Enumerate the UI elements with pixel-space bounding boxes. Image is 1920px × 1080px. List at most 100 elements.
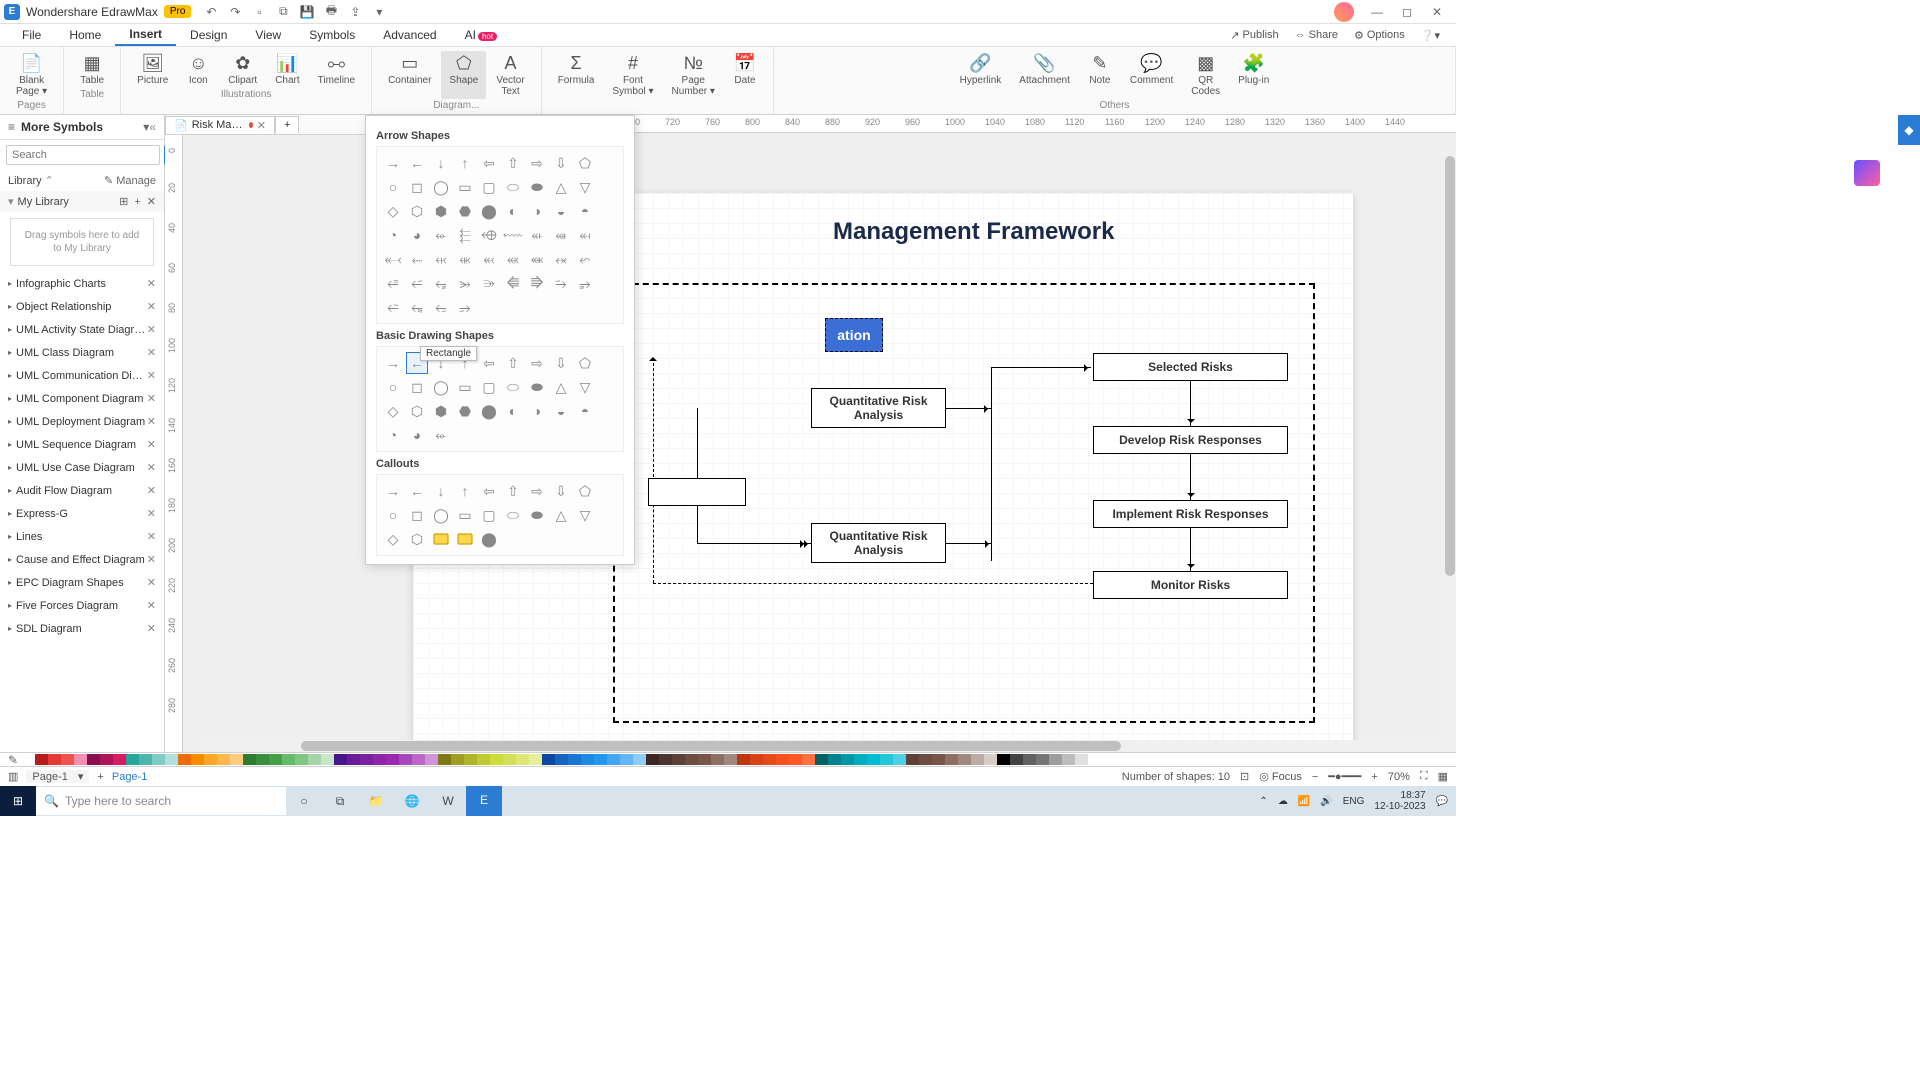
shape-option[interactable]: ⭋ [431, 297, 451, 317]
color-swatch[interactable] [737, 754, 750, 765]
shape-option[interactable]: ⬹ [431, 249, 451, 269]
volume-icon[interactable]: 🔊 [1320, 796, 1332, 807]
shape-option[interactable]: ◐ [503, 401, 523, 421]
document-tab[interactable]: 📄Risk Managem...✕ [165, 116, 275, 134]
shape-option[interactable]: ⬰ [431, 225, 451, 245]
remove-library-icon[interactable]: ✕ [147, 461, 156, 474]
remove-library-icon[interactable]: ✕ [147, 622, 156, 635]
color-swatch[interactable] [581, 754, 594, 765]
color-swatch[interactable] [269, 754, 282, 765]
picture-button[interactable]: 🖼Picture [129, 51, 176, 88]
new-icon[interactable]: ▫ [251, 4, 267, 20]
color-swatch[interactable] [594, 754, 607, 765]
library-item[interactable]: ▸Infographic Charts✕ [0, 272, 164, 295]
remove-library-icon[interactable]: ✕ [147, 392, 156, 405]
library-item[interactable]: ▸UML Use Case Diagram✕ [0, 456, 164, 479]
date-button[interactable]: 📅Date [725, 51, 765, 99]
clipart-button[interactable]: ✿Clipart [220, 51, 265, 88]
color-swatch[interactable] [724, 754, 737, 765]
remove-library-icon[interactable]: ✕ [147, 323, 156, 336]
collapse-panel-icon[interactable]: « [149, 120, 156, 134]
edge-icon[interactable]: 🌐 [394, 786, 430, 816]
color-swatch[interactable] [191, 754, 204, 765]
color-swatch[interactable] [243, 754, 256, 765]
user-avatar[interactable] [1334, 2, 1354, 22]
shape-option[interactable]: ⬶ [575, 225, 595, 245]
ai-assistant-icon[interactable] [1854, 160, 1880, 186]
shape-option[interactable]: ⬽ [527, 249, 547, 269]
shape-option[interactable]: ▽ [575, 377, 595, 397]
color-swatch[interactable] [698, 754, 711, 765]
shape-option[interactable]: ⇦ [479, 153, 499, 173]
color-swatch[interactable] [945, 754, 958, 765]
eyedropper-icon[interactable]: ✎ [8, 753, 18, 767]
library-item[interactable]: ▸UML Activity State Diagram✕ [0, 318, 164, 341]
color-swatch[interactable] [399, 754, 412, 765]
shape-option[interactable]: ⬱ [455, 225, 475, 245]
color-swatch[interactable] [529, 754, 542, 765]
library-item[interactable]: ▸UML Class Diagram✕ [0, 341, 164, 364]
save-icon[interactable]: 💾 [299, 4, 315, 20]
shape-option[interactable]: ⭅ [503, 273, 523, 293]
shape-option[interactable]: △ [551, 505, 571, 525]
color-swatch[interactable] [503, 754, 516, 765]
shape-option[interactable]: ◯ [431, 505, 451, 525]
library-item[interactable]: ▸Object Relationship✕ [0, 295, 164, 318]
shape-option[interactable]: ⬢ [431, 401, 451, 421]
color-swatch[interactable] [22, 754, 35, 765]
shape-option[interactable]: ⇧ [503, 153, 523, 173]
horizontal-scrollbar[interactable] [201, 740, 1456, 752]
selected-risks-box[interactable]: Selected Risks [1093, 353, 1288, 381]
remove-library-icon[interactable]: ✕ [147, 415, 156, 428]
color-swatch[interactable] [659, 754, 672, 765]
shape-option[interactable]: ⬣ [455, 401, 475, 421]
shape-option[interactable]: ⬭ [503, 505, 523, 525]
color-swatch[interactable] [165, 754, 178, 765]
shape-option[interactable]: ◕ [407, 225, 427, 245]
shape-option[interactable]: ◇ [383, 529, 403, 549]
monitor-box[interactable]: Monitor Risks [1093, 571, 1288, 599]
zoom-in-button[interactable]: + [1371, 771, 1377, 783]
library-item[interactable]: ▸Five Forces Diagram✕ [0, 594, 164, 617]
shape-option[interactable]: ⬵ [551, 225, 571, 245]
shape-option[interactable]: ◯ [431, 177, 451, 197]
color-swatch[interactable] [815, 754, 828, 765]
remove-library-icon[interactable]: ✕ [147, 507, 156, 520]
focus-button[interactable]: ◎ Focus [1259, 770, 1302, 783]
color-swatch[interactable] [516, 754, 529, 765]
shape-option[interactable]: ↑ [455, 153, 475, 173]
remove-library-icon[interactable]: ✕ [147, 277, 156, 290]
formula-button[interactable]: ΣFormula [550, 51, 603, 99]
color-swatch[interactable] [373, 754, 386, 765]
shape-option[interactable]: ▽ [575, 177, 595, 197]
shape-button[interactable]: ⬠Shape [441, 51, 486, 99]
shape-option[interactable]: ◑ [527, 201, 547, 221]
shape-option[interactable]: ⇧ [503, 353, 523, 373]
shape-option[interactable]: ◔ [383, 225, 403, 245]
close-icon[interactable]: ✕ [1422, 0, 1452, 24]
manage-button[interactable]: ✎ Manage [104, 174, 156, 187]
shape-option[interactable]: ◒ [551, 401, 571, 421]
shape-option[interactable]: ← [407, 153, 427, 173]
shape-option[interactable]: ⬸ [407, 249, 427, 269]
menu-view[interactable]: View [241, 25, 295, 45]
color-swatch[interactable] [87, 754, 100, 765]
print-icon[interactable]: 🖶 [323, 4, 339, 20]
color-swatch[interactable] [48, 754, 61, 765]
shape-option[interactable]: ⬺ [455, 249, 475, 269]
shape-option[interactable]: ○ [383, 377, 403, 397]
remove-library-icon[interactable]: ✕ [147, 484, 156, 497]
color-swatch[interactable] [880, 754, 893, 765]
notifications-icon[interactable]: 💬 [1436, 796, 1448, 807]
shape-option[interactable]: ⬢ [431, 201, 451, 221]
color-swatch[interactable] [386, 754, 399, 765]
shape-option[interactable]: ⬡ [407, 401, 427, 421]
color-swatch[interactable] [347, 754, 360, 765]
color-swatch[interactable] [126, 754, 139, 765]
color-swatch[interactable] [542, 754, 555, 765]
blue-box[interactable]: ation [825, 318, 883, 352]
color-swatch[interactable] [178, 754, 191, 765]
task-view-icon[interactable]: ⧉ [322, 786, 358, 816]
shape-option[interactable]: ⭁ [407, 273, 427, 293]
remove-library-icon[interactable]: ✕ [147, 346, 156, 359]
